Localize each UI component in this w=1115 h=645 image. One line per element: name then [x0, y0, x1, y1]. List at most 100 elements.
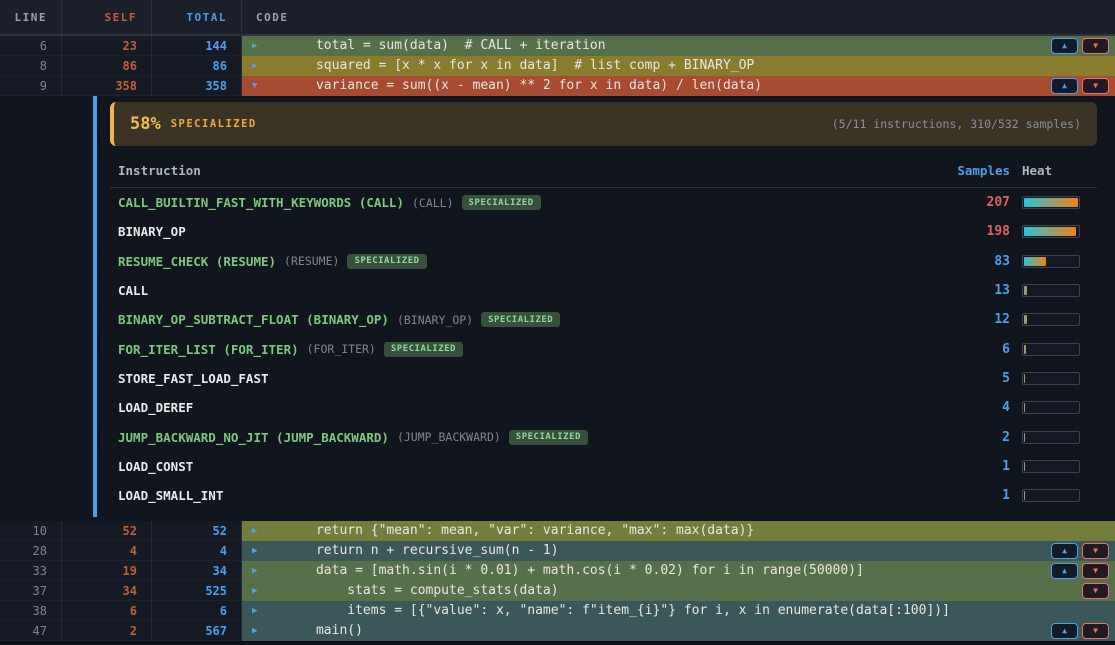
heat-bar-fill	[1024, 403, 1025, 412]
instruction-samples: 1	[950, 488, 1010, 503]
instruction-name: STORE_FAST_LOAD_FAST	[118, 371, 269, 386]
code-row: 33 19 34 ▶ data = [math.sin(i * 0.01) + …	[0, 561, 1115, 581]
move-down-button[interactable]: ▼	[1082, 583, 1109, 599]
line-number: 9	[0, 76, 62, 96]
code-cell[interactable]: ▶ items = [{"value": x, "name": f"item_{…	[242, 601, 1115, 621]
code-text: data = [math.sin(i * 0.01) + math.cos(i …	[269, 561, 864, 581]
expand-toggle-icon[interactable]: ▶	[252, 601, 269, 621]
move-up-button[interactable]: ▲	[1051, 38, 1078, 54]
instruction-name-cell: BINARY_OP	[110, 224, 950, 239]
code-text: main()	[269, 621, 363, 641]
code-text: total = sum(data) # CALL + iteration	[269, 36, 606, 56]
code-row: 38 6 6 ▶ items = [{"value": x, "name": f…	[0, 601, 1115, 621]
line-number: 28	[0, 541, 62, 561]
expand-toggle-icon[interactable]: ▶	[252, 36, 269, 56]
instruction-name: LOAD_SMALL_INT	[118, 488, 223, 503]
row-buttons: ▲ ▼	[1051, 38, 1115, 54]
heat-bar	[1022, 284, 1080, 297]
code-cell[interactable]: ▶ stats = compute_stats(data) ▼	[242, 581, 1115, 601]
instruction-row: BINARY_OP_SUBTRACT_FLOAT (BINARY_OP) (BI…	[110, 305, 1097, 334]
instruction-name-cell: CALL_BUILTIN_FAST_WITH_KEYWORDS (CALL) (…	[110, 195, 950, 210]
self-samples: 6	[62, 601, 152, 621]
expand-toggle-icon[interactable]: ▶	[252, 521, 269, 541]
specialized-percentage: 58%	[130, 114, 161, 134]
heat-bar-fill	[1024, 374, 1025, 383]
move-up-button[interactable]: ▲	[1051, 543, 1078, 559]
total-samples: 52	[152, 521, 242, 541]
heat-bar	[1022, 313, 1080, 326]
line-number: 8	[0, 56, 62, 76]
move-up-button[interactable]: ▲	[1051, 563, 1078, 579]
instruction-base-opcode: (JUMP_BACKWARD)	[397, 430, 501, 444]
heat-bar	[1022, 225, 1080, 238]
instruction-name: BINARY_OP_SUBTRACT_FLOAT (BINARY_OP)	[118, 312, 389, 327]
code-cell[interactable]: ▶ return n + recursive_sum(n - 1) ▲ ▼	[242, 541, 1115, 561]
code-row: 37 34 525 ▶ stats = compute_stats(data) …	[0, 581, 1115, 601]
instruction-table: Instruction Samples Heat CALL_BUILTIN_FA…	[110, 154, 1097, 510]
expand-toggle-icon[interactable]: ▶	[252, 541, 269, 561]
instruction-name: RESUME_CHECK (RESUME)	[118, 254, 276, 269]
instruction-base-opcode: (CALL)	[412, 196, 454, 210]
heat-bar	[1022, 196, 1080, 209]
expand-toggle-icon[interactable]: ▶	[252, 561, 269, 581]
heat-cell	[1010, 225, 1097, 238]
heat-cell	[1010, 431, 1097, 444]
self-samples: 52	[62, 521, 152, 541]
instruction-name-cell: LOAD_DEREF	[110, 400, 950, 415]
expanded-indicator-line	[93, 96, 97, 517]
instruction-name: BINARY_OP	[118, 224, 186, 239]
total-samples: 358	[152, 76, 242, 96]
heat-cell	[1010, 196, 1097, 209]
heat-bar-fill	[1024, 491, 1025, 500]
instruction-name: FOR_ITER_LIST (FOR_ITER)	[118, 342, 299, 357]
instruction-row: LOAD_CONST 1	[110, 452, 1097, 481]
heat-bar	[1022, 431, 1080, 444]
code-cell[interactable]: ▼ variance = sum((x - mean) ** 2 for x i…	[242, 76, 1115, 96]
instruction-samples: 4	[950, 400, 1010, 415]
specialized-badge: SPECIALIZED	[347, 254, 426, 269]
total-samples: 34	[152, 561, 242, 581]
column-header-samples: Samples	[950, 163, 1010, 178]
heat-cell	[1010, 489, 1097, 502]
heat-bar	[1022, 255, 1080, 268]
instruction-row: BINARY_OP 198	[110, 217, 1097, 246]
instruction-row: JUMP_BACKWARD_NO_JIT (JUMP_BACKWARD) (JU…	[110, 422, 1097, 451]
total-samples: 86	[152, 56, 242, 76]
expand-toggle-icon[interactable]: ▶	[252, 621, 269, 641]
row-buttons: ▲ ▼	[1051, 543, 1115, 559]
total-samples: 6	[152, 601, 242, 621]
code-cell[interactable]: ▶ return {"mean": mean, "var": variance,…	[242, 521, 1115, 541]
heat-bar-fill	[1024, 257, 1046, 266]
code-cell[interactable]: ▶ squared = [x * x for x in data] # list…	[242, 56, 1115, 76]
move-up-button[interactable]: ▲	[1051, 78, 1078, 94]
heat-bar	[1022, 343, 1080, 356]
instruction-name-cell: JUMP_BACKWARD_NO_JIT (JUMP_BACKWARD) (JU…	[110, 430, 950, 445]
column-header-self: SELF	[62, 0, 152, 34]
expand-toggle-icon[interactable]: ▶	[252, 581, 269, 601]
instruction-row: CALL_BUILTIN_FAST_WITH_KEYWORDS (CALL) (…	[110, 188, 1097, 217]
code-row: 8 86 86 ▶ squared = [x * x for x in data…	[0, 56, 1115, 76]
code-cell[interactable]: ▶ main() ▲ ▼	[242, 621, 1115, 641]
code-cell[interactable]: ▶ data = [math.sin(i * 0.01) + math.cos(…	[242, 561, 1115, 581]
move-down-button[interactable]: ▼	[1082, 38, 1109, 54]
move-down-button[interactable]: ▼	[1082, 563, 1109, 579]
move-down-button[interactable]: ▼	[1082, 623, 1109, 639]
instruction-rows: CALL_BUILTIN_FAST_WITH_KEYWORDS (CALL) (…	[110, 188, 1097, 510]
line-number: 6	[0, 36, 62, 56]
self-samples: 86	[62, 56, 152, 76]
instruction-name-cell: LOAD_CONST	[110, 459, 950, 474]
heat-cell	[1010, 460, 1097, 473]
expand-toggle-icon[interactable]: ▶	[252, 56, 269, 76]
heat-bar-fill	[1024, 315, 1027, 324]
code-cell[interactable]: ▶ total = sum(data) # CALL + iteration ▲…	[242, 36, 1115, 56]
instruction-name-cell: LOAD_SMALL_INT	[110, 488, 950, 503]
expand-toggle-icon[interactable]: ▼	[252, 76, 269, 96]
instruction-name: LOAD_CONST	[118, 459, 193, 474]
move-down-button[interactable]: ▼	[1082, 543, 1109, 559]
move-up-button[interactable]: ▲	[1051, 623, 1078, 639]
column-header-instruction: Instruction	[110, 163, 950, 178]
instruction-row: CALL 13	[110, 276, 1097, 305]
instruction-table-header: Instruction Samples Heat	[110, 154, 1097, 188]
heat-bar-fill	[1024, 227, 1076, 236]
move-down-button[interactable]: ▼	[1082, 78, 1109, 94]
